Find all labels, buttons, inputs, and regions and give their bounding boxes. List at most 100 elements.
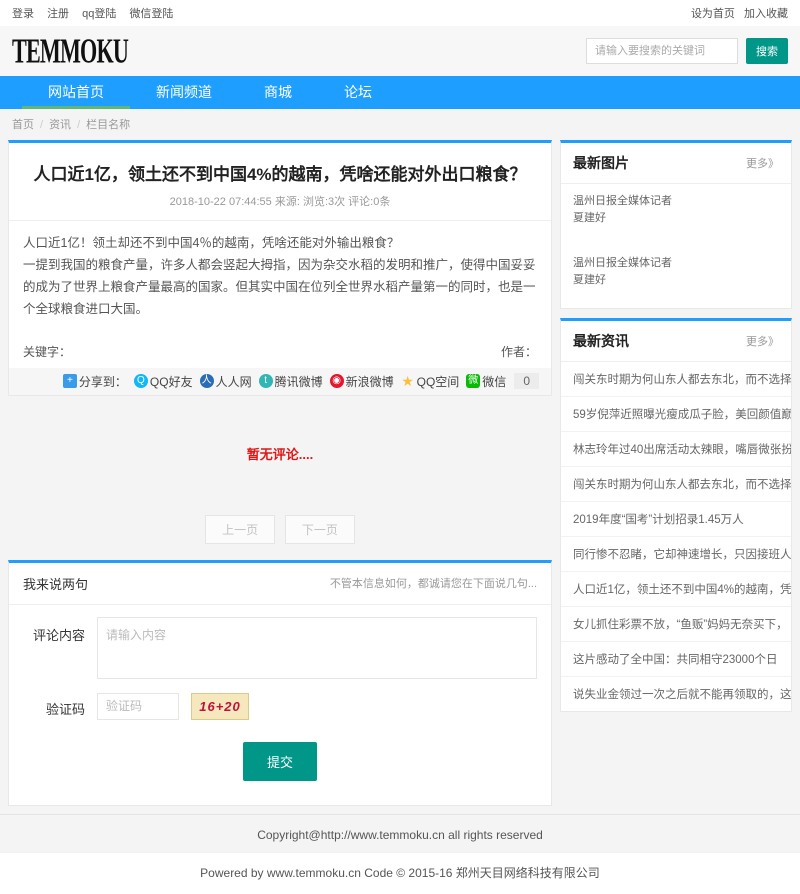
latest-news-title: 最新资讯	[573, 331, 629, 351]
site-header: TEMMOKU 搜索	[0, 26, 800, 76]
nav-item-news[interactable]: 新闻频道	[130, 76, 238, 109]
topbar-right: 设为首页 加入收藏	[685, 5, 788, 21]
share-plus-icon: +	[63, 374, 77, 388]
share-tencent-weibo[interactable]: t 腾讯微博	[259, 373, 323, 390]
breadcrumb-home[interactable]: 首页	[12, 119, 34, 131]
topbar: 登录 注册 qq登陆 微信登陆 设为首页 加入收藏	[0, 0, 800, 26]
news-list-item[interactable]: 林志玲年过40出席活动太辣眼，嘴唇微张扮	[561, 432, 791, 467]
search-input[interactable]	[586, 38, 738, 64]
news-list-item[interactable]: 这片感动了全中国：共同相守23000个日	[561, 642, 791, 677]
latest-news-more-link[interactable]: 更多》	[746, 333, 779, 349]
site-logo[interactable]: TEMMOKU	[12, 31, 128, 71]
register-link[interactable]: 注册	[47, 8, 69, 20]
wechat-login-link[interactable]: 微信登陆	[129, 8, 173, 20]
image-caption: 温州日报全媒体记者 夏建好	[573, 193, 685, 226]
login-link[interactable]: 登录	[12, 8, 34, 20]
set-home-link[interactable]: 设为首页	[691, 8, 735, 20]
prev-page-button[interactable]: 上一页	[205, 515, 275, 544]
article-meta: 2018-10-22 07:44:55 来源: 浏览:3次 评论:0条	[9, 193, 551, 221]
latest-news-card: 最新资讯 更多》 闯关东时期为何山东人都去东北，而不选择去 59岁倪萍近照曝光瘦…	[560, 318, 792, 712]
image-item[interactable]: 温州日报全媒体记者 夏建好	[561, 246, 791, 308]
share-item-label: 腾讯微博	[275, 373, 323, 390]
captcha-image[interactable]: 16+20	[191, 693, 249, 720]
search-bar: 搜索	[586, 38, 788, 64]
comment-content-input[interactable]	[97, 617, 537, 679]
breadcrumb-section[interactable]: 资讯	[49, 119, 71, 131]
sidebar: 最新图片 更多》 温州日报全媒体记者 夏建好 温州日报全媒体记者 夏建好 最新资…	[560, 140, 792, 721]
nav-item-mall[interactable]: 商城	[238, 76, 318, 109]
breadcrumb-separator: /	[77, 119, 80, 131]
comment-content-label: 评论内容	[23, 617, 97, 679]
image-item[interactable]: 温州日报全媒体记者 夏建好	[561, 184, 791, 246]
news-list-item[interactable]: 同行惨不忍睹，它却神速增长，只因接班人自	[561, 537, 791, 572]
nav-item-forum[interactable]: 论坛	[318, 76, 398, 109]
comments-zone: 暂无评论.... 上一页 下一页	[8, 396, 552, 560]
keyword-label: 关键字：	[23, 343, 71, 360]
news-list-item[interactable]: 闯关东时期为何山东人都去东北，而不选择去	[561, 467, 791, 502]
tencent-weibo-icon: t	[259, 374, 273, 388]
captcha-row: 验证码 16+20	[9, 681, 551, 722]
wechat-icon: 微	[466, 374, 480, 388]
no-comments-text: 暂无评论....	[8, 444, 552, 463]
keyword-row: 关键字： 作者：	[9, 337, 551, 368]
news-list-item[interactable]: 人口近1亿，领土还不到中国4%的越南，凭	[561, 572, 791, 607]
comment-form-note: 不管本信息如何，都诚请您在下面说几句...	[330, 575, 537, 591]
captcha-label: 验证码	[23, 693, 97, 720]
comment-form-card: 我来说两句 不管本信息如何，都诚请您在下面说几句... 评论内容 验证码 16+…	[8, 560, 552, 806]
share-item-label: 人人网	[216, 373, 252, 390]
article-paragraph: 一提到我国的粮食产量，许多人都会竖起大拇指，因为杂交水稻的发明和推广，使得中国妥…	[23, 255, 537, 321]
latest-images-title: 最新图片	[573, 153, 629, 173]
article-body: 人口近1亿！领土却还不到中国4％的越南，凭啥还能对外输出粮食？ 一提到我国的粮食…	[9, 221, 551, 337]
share-item-label: 微信	[482, 373, 506, 390]
latest-news-header: 最新资讯 更多》	[561, 321, 791, 362]
renren-icon: 人	[200, 374, 214, 388]
news-list-item[interactable]: 2019年度“国考”计划招录1.45万人	[561, 502, 791, 537]
article-column: 人口近1亿，领土还不到中国4%的越南，凭啥还能对外出口粮食？ 2018-10-2…	[8, 140, 552, 806]
latest-images-more-link[interactable]: 更多》	[746, 155, 779, 171]
captcha-input[interactable]	[97, 693, 179, 720]
share-item-label: QQ空间	[417, 373, 460, 390]
news-list-item[interactable]: 59岁倪萍近照曝光瘦成瓜子脸，美回颜值巅	[561, 397, 791, 432]
submit-button[interactable]: 提交	[243, 742, 317, 781]
share-qq-friend[interactable]: Q QQ好友	[134, 373, 193, 390]
nav-item-home[interactable]: 网站首页	[22, 76, 130, 109]
share-renren[interactable]: 人 人人网	[200, 373, 252, 390]
article-card: 人口近1亿，领土还不到中国4%的越南，凭啥还能对外出口粮食？ 2018-10-2…	[8, 140, 552, 396]
latest-images-header: 最新图片 更多》	[561, 143, 791, 184]
share-qzone[interactable]: ★ QQ空间	[401, 373, 460, 390]
share-bar: + 分享到： Q QQ好友 人 人人网 t 腾讯微博 ◉ 新浪微博	[9, 368, 551, 395]
comment-content-row: 评论内容	[9, 605, 551, 681]
submit-row: 提交	[9, 722, 551, 805]
news-list-item[interactable]: 闯关东时期为何山东人都去东北，而不选择去	[561, 362, 791, 397]
topbar-left: 登录 注册 qq登陆 微信登陆	[12, 5, 183, 21]
share-sina-weibo[interactable]: ◉ 新浪微博	[330, 373, 394, 390]
comment-form-title: 我来说两句	[23, 574, 88, 593]
main-nav: 网站首页 新闻频道 商城 论坛	[0, 76, 800, 109]
qq-friend-icon: Q	[134, 374, 148, 388]
share-item-label: 新浪微博	[346, 373, 394, 390]
author-label: 作者：	[501, 343, 537, 360]
qq-login-link[interactable]: qq登陆	[82, 8, 116, 20]
breadcrumb: 首页/资讯/栏目名称	[0, 109, 800, 138]
comment-form-header: 我来说两句 不管本信息如何，都诚请您在下面说几句...	[9, 563, 551, 605]
share-wechat[interactable]: 微 微信	[466, 373, 506, 390]
search-button[interactable]: 搜索	[746, 38, 788, 64]
footer-copyright: Copyright@http://www.temmoku.cn all righ…	[0, 814, 800, 853]
news-list-item[interactable]: 女儿抓住彩票不放，“鱼贩”妈妈无奈买下，	[561, 607, 791, 642]
latest-news-list: 闯关东时期为何山东人都去东北，而不选择去 59岁倪萍近照曝光瘦成瓜子脸，美回颜值…	[561, 362, 791, 711]
qzone-icon: ★	[401, 374, 415, 388]
news-list-item[interactable]: 说失业金领过一次之后就不能再领取的，这一	[561, 677, 791, 711]
main-content: 人口近1亿，领土还不到中国4%的越南，凭啥还能对外出口粮食？ 2018-10-2…	[0, 138, 800, 814]
article-title: 人口近1亿，领土还不到中国4%的越南，凭啥还能对外出口粮食？	[9, 143, 551, 193]
footer-powered: Powered by www.temmoku.cn Code © 2015-16…	[0, 853, 800, 894]
image-caption: 温州日报全媒体记者 夏建好	[573, 255, 685, 288]
next-page-button[interactable]: 下一页	[285, 515, 355, 544]
share-item-label: QQ好友	[150, 373, 193, 390]
add-favorite-link[interactable]: 加入收藏	[744, 8, 788, 20]
share-label: 分享到：	[79, 373, 127, 390]
comments-pagination: 上一页 下一页	[8, 515, 552, 544]
share-to[interactable]: + 分享到：	[63, 373, 127, 390]
share-count: 0	[514, 373, 539, 389]
breadcrumb-column[interactable]: 栏目名称	[86, 119, 130, 131]
sina-weibo-icon: ◉	[330, 374, 344, 388]
